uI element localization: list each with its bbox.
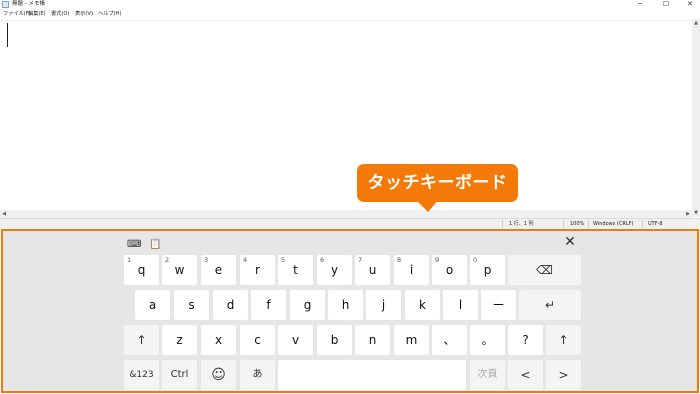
key-b[interactable]: b	[317, 325, 352, 355]
text-caret	[7, 23, 8, 47]
menu-help[interactable]: ヘルプ(H)	[98, 10, 122, 19]
right-arrow-key[interactable]: >	[546, 360, 581, 390]
key-q[interactable]: 1q	[124, 255, 159, 285]
enter-key[interactable]: ↵	[519, 290, 581, 320]
shift-key-right[interactable]: ↑	[546, 325, 581, 355]
key-v[interactable]: v	[278, 325, 313, 355]
space-key[interactable]	[278, 360, 466, 390]
key-w[interactable]: 2w	[162, 255, 197, 285]
key-a[interactable]: a	[135, 290, 170, 320]
key-l[interactable]: l	[443, 290, 478, 320]
menu-edit[interactable]: 編集(E)	[28, 10, 46, 19]
enter-icon: ↵	[544, 298, 556, 312]
emoji-key[interactable]: ☺	[201, 360, 236, 390]
keyboard-close-button[interactable]: ✕	[563, 235, 577, 249]
key-y[interactable]: 6y	[317, 255, 352, 285]
status-divider	[642, 220, 643, 228]
keyboard-settings-icon[interactable]: ⌨	[127, 239, 141, 251]
title-bar: 無題 - メモ帳 ─ ☐ ✕	[0, 0, 700, 9]
menu-bar: ファイル(F) 編集(E) 書式(O) 表示(V) ヘルプ(H)	[0, 10, 700, 19]
menu-view[interactable]: 表示(V)	[75, 10, 93, 19]
callout-label: タッチキーボード	[367, 173, 508, 193]
shift-icon: ↑	[136, 333, 147, 347]
scroll-right-icon[interactable]: ▶	[684, 210, 692, 218]
status-line-ending: Windows (CRLF)	[593, 221, 634, 227]
scroll-up-icon[interactable]: ▲	[692, 19, 700, 27]
left-arrow-key[interactable]: <	[508, 360, 543, 390]
status-zoom: 100%	[570, 221, 585, 227]
window-title: 無題 - メモ帳	[12, 1, 45, 7]
backspace-key[interactable]: ⌫	[508, 255, 581, 285]
menu-format[interactable]: 書式(O)	[51, 10, 70, 19]
next-candidate-key[interactable]: 次頁	[470, 360, 505, 390]
key-c[interactable]: c	[240, 325, 275, 355]
key-n[interactable]: n	[355, 325, 390, 355]
key-k[interactable]: k	[405, 290, 440, 320]
ctrl-key[interactable]: Ctrl	[162, 360, 197, 390]
touch-keyboard: ⌨ 📋 ✕ 1q 2w 3e 4r 5t 6y 7u 8i 9o 0p ⌫ a …	[1, 229, 699, 393]
key-p[interactable]: 0p	[470, 255, 505, 285]
ime-mode-key[interactable]: あ	[240, 360, 275, 390]
key-question[interactable]: ?	[508, 325, 543, 355]
key-comma[interactable]: 、	[432, 325, 467, 355]
chevron-right-icon: >	[558, 368, 569, 382]
status-divider	[588, 220, 589, 228]
key-d[interactable]: d	[213, 290, 248, 320]
vertical-scrollbar[interactable]: ▲ ▼	[692, 19, 700, 217]
menu-file[interactable]: ファイル(F)	[3, 10, 31, 19]
maximize-button[interactable]: ☐	[656, 0, 676, 9]
status-bar: 1 行、1 列 100% Windows (CRLF) UTF-8	[0, 218, 700, 228]
clipboard-icon[interactable]: 📋	[149, 239, 161, 251]
key-u[interactable]: 7u	[355, 255, 390, 285]
text-editor[interactable]	[0, 20, 692, 210]
notepad-icon	[2, 1, 9, 8]
backspace-icon: ⌫	[536, 263, 553, 277]
shift-key-left[interactable]: ↑	[124, 325, 159, 355]
symbols-key[interactable]: &123	[124, 360, 159, 390]
key-g[interactable]: g	[290, 290, 325, 320]
key-e[interactable]: 3e	[201, 255, 236, 285]
key-j[interactable]: j	[366, 290, 401, 320]
key-s[interactable]: s	[174, 290, 209, 320]
status-divider	[563, 220, 564, 228]
key-z[interactable]: z	[162, 325, 197, 355]
key-m[interactable]: m	[394, 325, 429, 355]
minimize-button[interactable]: ─	[630, 0, 650, 9]
scroll-down-icon[interactable]: ▼	[692, 209, 700, 217]
shift-icon: ↑	[558, 333, 569, 347]
key-h[interactable]: h	[328, 290, 363, 320]
close-button[interactable]: ✕	[680, 0, 700, 9]
key-t[interactable]: 5t	[278, 255, 313, 285]
key-period[interactable]: 。	[470, 325, 505, 355]
key-x[interactable]: x	[201, 325, 236, 355]
status-position: 1 行、1 列	[509, 221, 534, 227]
emoji-icon: ☺	[211, 367, 226, 383]
key-i[interactable]: 8i	[394, 255, 429, 285]
horizontal-scrollbar[interactable]: ◀ ▶	[0, 210, 692, 218]
key-f[interactable]: f	[251, 290, 286, 320]
status-encoding: UTF-8	[648, 221, 663, 227]
key-o[interactable]: 9o	[432, 255, 467, 285]
scroll-left-icon[interactable]: ◀	[0, 210, 8, 218]
chevron-left-icon: <	[520, 368, 531, 382]
key-r[interactable]: 4r	[240, 255, 275, 285]
status-divider	[502, 220, 503, 228]
key-long-vowel[interactable]: ー	[481, 290, 516, 320]
